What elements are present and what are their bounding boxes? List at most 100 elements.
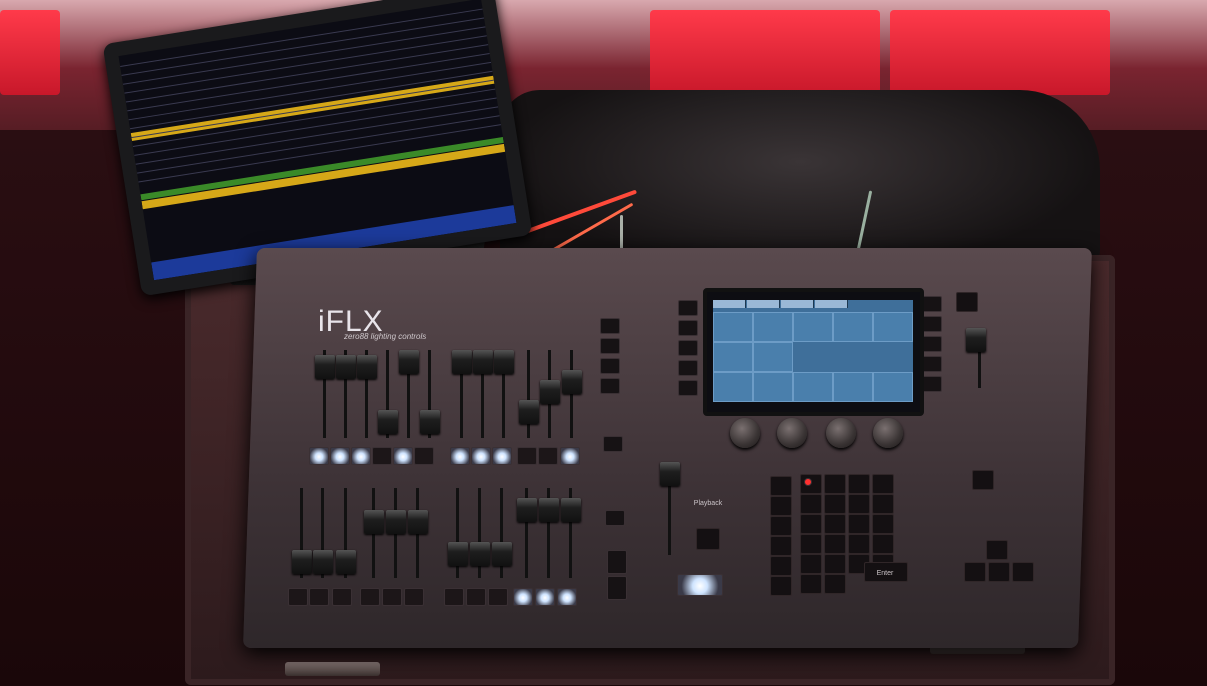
playback-fader[interactable] <box>336 355 356 379</box>
keypad-key[interactable] <box>848 534 870 554</box>
playback-fader[interactable] <box>517 498 537 522</box>
page-button[interactable] <box>607 576 627 600</box>
touch-cell[interactable] <box>713 312 753 342</box>
playback-fader[interactable] <box>420 410 440 434</box>
touch-screen-display[interactable] <box>713 300 913 402</box>
page-button[interactable] <box>607 550 627 574</box>
touch-cell[interactable] <box>873 372 913 402</box>
function-button[interactable] <box>600 338 620 354</box>
screen-soft-button[interactable] <box>678 360 698 376</box>
master-playback-fader[interactable] <box>660 462 680 486</box>
encoder-wheel[interactable] <box>873 418 903 448</box>
fader-flash-button[interactable] <box>360 588 380 606</box>
keypad-key[interactable] <box>848 494 870 514</box>
fader-flash-button[interactable] <box>538 447 558 465</box>
touch-cell[interactable] <box>793 372 833 402</box>
touch-tab[interactable] <box>713 300 746 308</box>
playback-fader[interactable] <box>408 510 428 534</box>
playback-fader[interactable] <box>561 498 581 522</box>
fader-flash-button[interactable] <box>466 588 486 606</box>
function-key[interactable] <box>770 476 792 496</box>
keypad-key[interactable] <box>848 514 870 534</box>
touch-cell[interactable] <box>793 312 833 342</box>
fader-flash-button[interactable] <box>351 447 371 465</box>
fader-flash-button[interactable] <box>513 588 533 606</box>
touch-cell[interactable] <box>833 372 873 402</box>
fader-flash-button[interactable] <box>517 447 537 465</box>
function-button[interactable] <box>600 318 620 334</box>
keypad-key[interactable] <box>800 534 822 554</box>
arrow-left-key[interactable] <box>964 562 986 582</box>
encoder-wheel[interactable] <box>777 418 807 448</box>
playback-fader[interactable] <box>336 550 356 574</box>
keypad-key[interactable] <box>800 574 822 594</box>
encoder-wheel[interactable] <box>730 418 760 448</box>
fader-flash-button[interactable] <box>404 588 424 606</box>
shift-button[interactable] <box>603 436 623 452</box>
fader-flash-button[interactable] <box>414 447 434 465</box>
keypad-key[interactable] <box>824 514 846 534</box>
keypad-key[interactable] <box>824 574 846 594</box>
playback-fader[interactable] <box>378 410 398 434</box>
playback-fader[interactable] <box>494 350 514 374</box>
function-key[interactable] <box>770 576 792 596</box>
function-key[interactable] <box>770 556 792 576</box>
screen-soft-button[interactable] <box>678 300 698 316</box>
fader-flash-button[interactable] <box>488 588 508 606</box>
keypad-key[interactable] <box>824 474 846 494</box>
fader-flash-button[interactable] <box>372 447 392 465</box>
playback-fader[interactable] <box>470 542 490 566</box>
touch-screen[interactable] <box>703 288 924 416</box>
touch-cell[interactable] <box>753 312 793 342</box>
function-button[interactable] <box>600 358 620 374</box>
keypad-key[interactable] <box>824 554 846 574</box>
fader-flash-button[interactable] <box>330 447 350 465</box>
screen-soft-button[interactable] <box>678 340 698 356</box>
playback-fader[interactable] <box>539 498 559 522</box>
touch-tab[interactable] <box>781 300 814 308</box>
touch-cell[interactable] <box>833 312 873 342</box>
blackout-button[interactable] <box>956 292 978 312</box>
screen-soft-button[interactable] <box>922 316 942 332</box>
function-key[interactable] <box>770 516 792 536</box>
fader-flash-button[interactable] <box>492 447 512 465</box>
fader-flash-button[interactable] <box>309 588 329 606</box>
fader-flash-button[interactable] <box>535 588 555 606</box>
screen-soft-button[interactable] <box>922 356 942 372</box>
touch-cell[interactable] <box>713 342 753 372</box>
playback-fader[interactable] <box>448 542 468 566</box>
playback-fader[interactable] <box>452 350 472 374</box>
arrow-right-key[interactable] <box>1012 562 1034 582</box>
playback-fader[interactable] <box>315 355 335 379</box>
screen-soft-button[interactable] <box>922 296 942 312</box>
keypad-key[interactable] <box>872 514 894 534</box>
arrow-down-key[interactable] <box>988 562 1010 582</box>
function-key[interactable] <box>770 496 792 516</box>
keypad-key[interactable] <box>824 534 846 554</box>
touch-tab[interactable] <box>815 300 848 308</box>
playback-fader[interactable] <box>357 355 377 379</box>
playback-fader[interactable] <box>386 510 406 534</box>
touch-cell[interactable] <box>873 312 913 342</box>
screen-soft-button[interactable] <box>922 376 942 392</box>
fader-flash-button[interactable] <box>382 588 402 606</box>
pause-button[interactable] <box>696 528 720 550</box>
playback-fader[interactable] <box>492 542 512 566</box>
screen-soft-button[interactable] <box>922 336 942 352</box>
touch-cell[interactable] <box>713 372 753 402</box>
fader-flash-button[interactable] <box>288 588 308 606</box>
screen-soft-button[interactable] <box>678 380 698 396</box>
playback-fader[interactable] <box>399 350 419 374</box>
fader-flash-button[interactable] <box>450 447 470 465</box>
playback-fader[interactable] <box>292 550 312 574</box>
playback-fader[interactable] <box>562 370 582 394</box>
playback-fader[interactable] <box>540 380 560 404</box>
keypad-key[interactable] <box>800 514 822 534</box>
fader-flash-button[interactable] <box>560 447 580 465</box>
touch-cell[interactable] <box>753 372 793 402</box>
encoder-wheel[interactable] <box>826 418 856 448</box>
function-button[interactable] <box>600 378 620 394</box>
fader-flash-button[interactable] <box>471 447 491 465</box>
keypad-key[interactable] <box>848 474 870 494</box>
playback-fader[interactable] <box>519 400 539 424</box>
